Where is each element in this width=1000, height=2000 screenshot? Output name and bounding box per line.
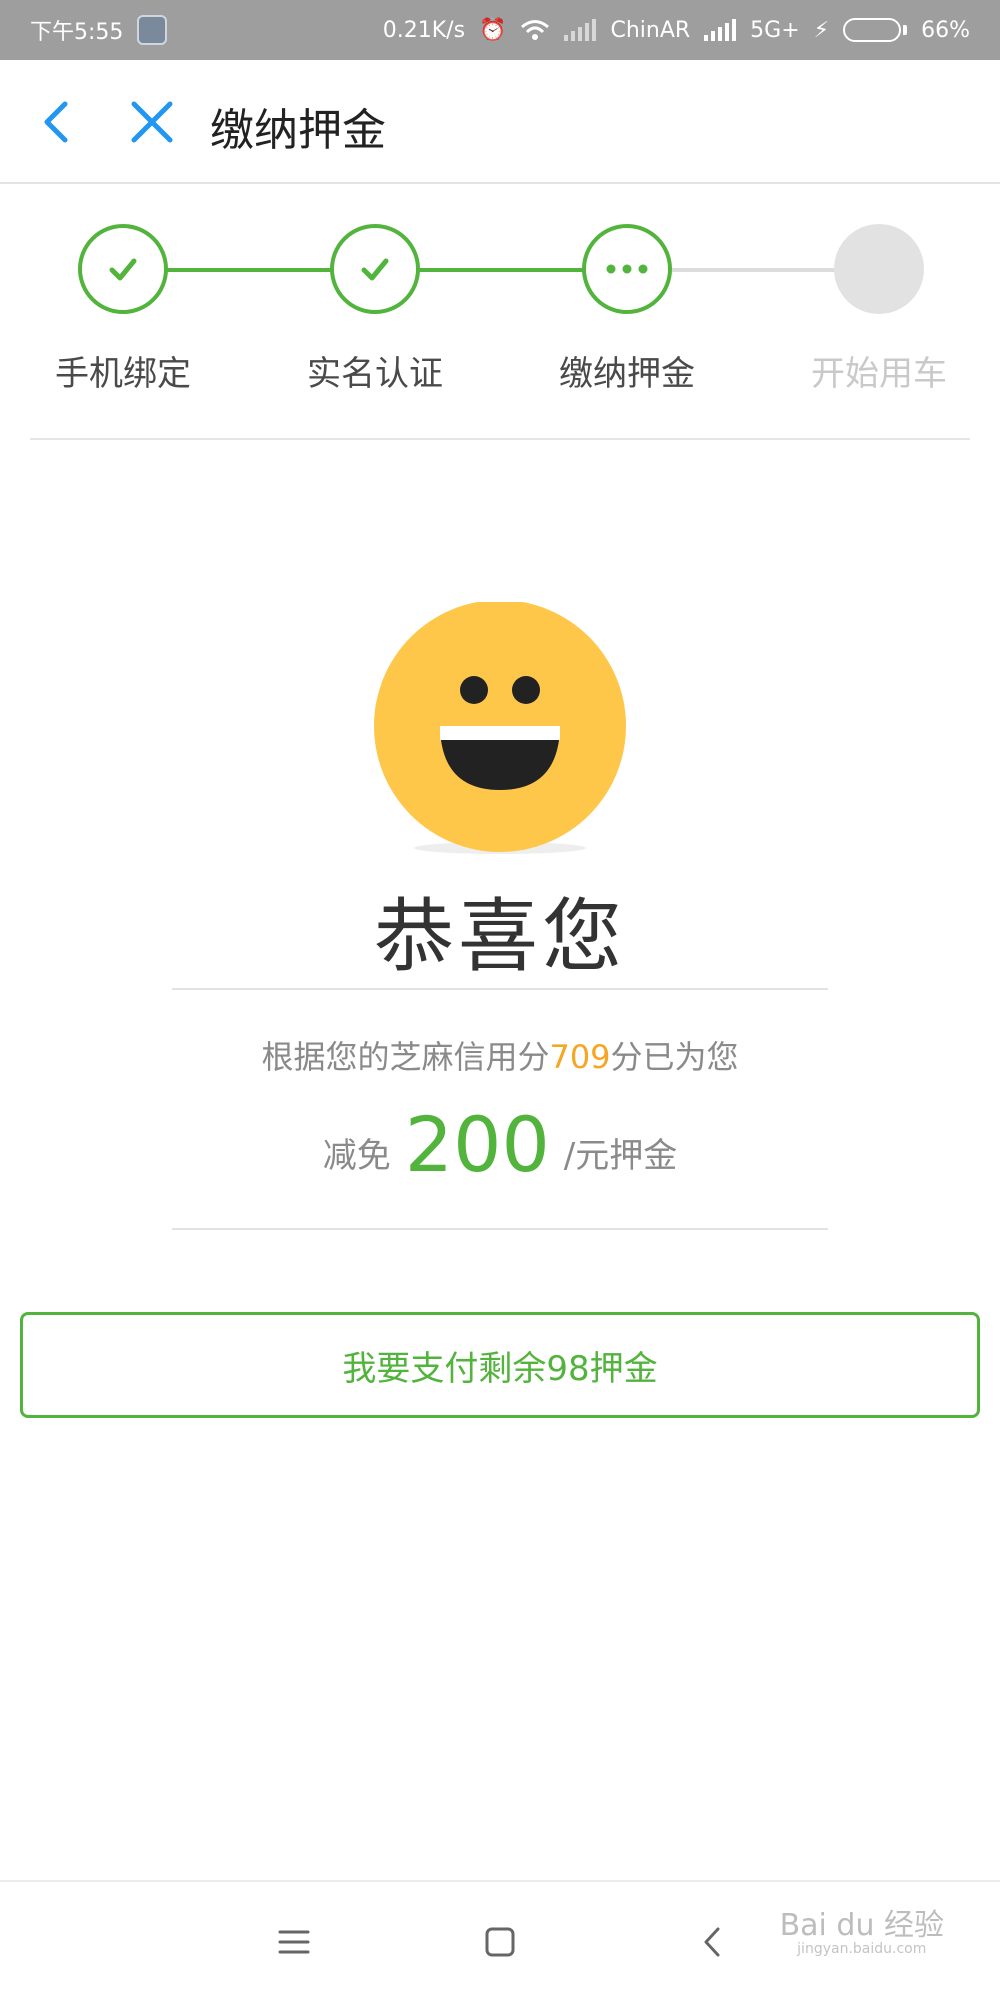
menu-button[interactable]: [268, 1916, 320, 1968]
alarm-icon: ⏰: [479, 17, 507, 43]
app-header: 缴纳押金: [0, 60, 1000, 184]
home-button[interactable]: [474, 1916, 526, 1968]
signal-icon-sim1: [564, 19, 597, 41]
divider-bottom: [172, 1228, 828, 1230]
charging-icon: ⚡: [813, 17, 830, 43]
reduce-prefix: 减免: [322, 1136, 391, 1176]
wifi-icon: [521, 20, 550, 40]
signal-icon-sim2: [704, 19, 737, 41]
step-2-circle: [330, 224, 420, 314]
watermark-text: Bai du 经验: [779, 1908, 944, 1943]
step-3-circle: [582, 224, 672, 314]
battery-icon: [843, 18, 908, 42]
back-arrow-icon: [44, 101, 68, 143]
network-speed: 0.21K/s: [382, 17, 466, 43]
status-time: 下午5:55: [30, 20, 124, 45]
close-icon: [131, 101, 173, 143]
reduce-amount: 200: [404, 1100, 550, 1189]
step-label-phone: 手机绑定: [55, 354, 191, 394]
watermark: Bai du 经验 jingyan.baidu.com: [780, 1910, 944, 1956]
credit-suffix: 分已为您: [610, 1038, 739, 1076]
deposit-reduction-text: 减免 200/元押金: [0, 1100, 1000, 1189]
credit-score-value: 709: [549, 1038, 611, 1076]
status-bar: 下午5:55 0.21K/s ⏰ ChinAR 5G+ ⚡ 66%: [0, 0, 1000, 60]
system-nav-bar: Bai du 经验 jingyan.baidu.com: [0, 1880, 1000, 2000]
nav-back-button[interactable]: [686, 1916, 738, 1968]
step-4-circle: [834, 224, 924, 314]
step-label-realname: 实名认证: [307, 354, 443, 394]
reduce-suffix: /元押金: [563, 1136, 678, 1176]
page-title: 缴纳押金: [210, 105, 386, 156]
back-button[interactable]: [32, 98, 80, 146]
step-1-circle: [78, 224, 168, 314]
nav-back-icon: [704, 1927, 720, 1957]
progress-stepper: 手机绑定 实名认证 缴纳押金 开始用车: [0, 186, 1000, 442]
divider-top: [172, 988, 828, 990]
congrats-title: 恭喜您: [374, 890, 626, 983]
credit-prefix: 根据您的芝麻信用分: [261, 1038, 550, 1076]
step-connector-2: [419, 268, 585, 272]
step-connector-1: [167, 268, 333, 272]
credit-score-text: 根据您的芝麻信用分709分已为您: [0, 1032, 1000, 1078]
watermark-sub: jingyan.baidu.com: [797, 1940, 927, 1957]
page: 下午5:55 0.21K/s ⏰ ChinAR 5G+ ⚡ 66% 缴纳押金 手…: [0, 0, 1000, 2000]
menu-icon: [278, 1930, 310, 1954]
battery-percent: 66%: [921, 17, 970, 43]
ellipsis-icon: [606, 264, 648, 274]
stepper-divider: [30, 438, 970, 440]
smiley-face-icon: [374, 602, 626, 854]
close-button[interactable]: [128, 98, 176, 146]
step-label-start: 开始用车: [811, 354, 947, 394]
pay-remaining-deposit-button[interactable]: 我要支付剩余98押金: [20, 1312, 980, 1418]
carrier-name: ChinAR: [610, 17, 691, 43]
check-icon: [109, 258, 137, 281]
step-connector-3: [671, 268, 837, 272]
check-icon: [361, 258, 389, 281]
home-icon: [485, 1927, 515, 1957]
step-label-deposit: 缴纳押金: [559, 354, 695, 394]
notification-app-icon: [137, 15, 168, 45]
network-type: 5G+: [750, 17, 800, 43]
